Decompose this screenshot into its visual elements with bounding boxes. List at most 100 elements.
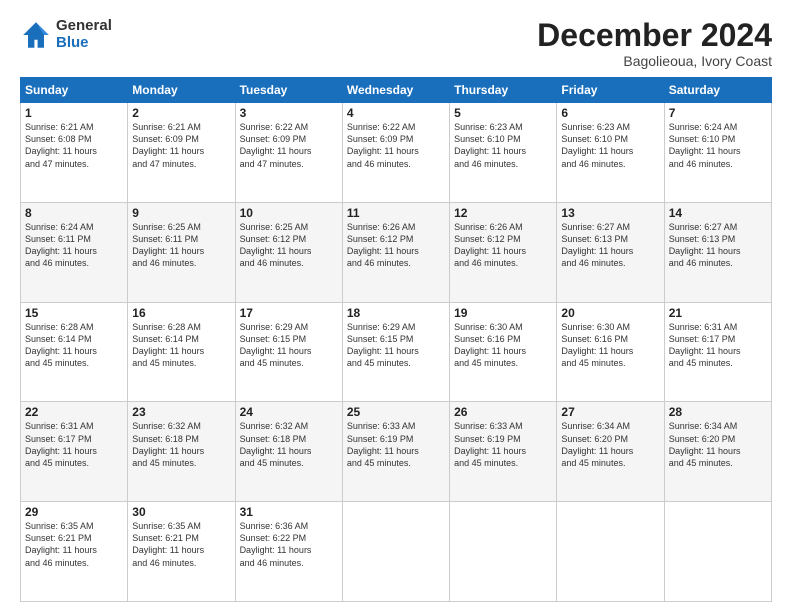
calendar-header: SundayMondayTuesdayWednesdayThursdayFrid… — [21, 78, 772, 103]
week-row-2: 8Sunrise: 6:24 AM Sunset: 6:11 PM Daylig… — [21, 202, 772, 302]
day-info: Sunrise: 6:23 AM Sunset: 6:10 PM Dayligh… — [561, 121, 659, 170]
week-row-5: 29Sunrise: 6:35 AM Sunset: 6:21 PM Dayli… — [21, 502, 772, 602]
day-info: Sunrise: 6:21 AM Sunset: 6:09 PM Dayligh… — [132, 121, 230, 170]
header-row: SundayMondayTuesdayWednesdayThursdayFrid… — [21, 78, 772, 103]
day-cell — [664, 502, 771, 602]
week-row-3: 15Sunrise: 6:28 AM Sunset: 6:14 PM Dayli… — [21, 302, 772, 402]
day-info: Sunrise: 6:34 AM Sunset: 6:20 PM Dayligh… — [669, 420, 767, 469]
day-cell: 6Sunrise: 6:23 AM Sunset: 6:10 PM Daylig… — [557, 103, 664, 203]
day-number: 6 — [561, 106, 659, 120]
day-info: Sunrise: 6:28 AM Sunset: 6:14 PM Dayligh… — [25, 321, 123, 370]
day-info: Sunrise: 6:32 AM Sunset: 6:18 PM Dayligh… — [240, 420, 338, 469]
day-number: 30 — [132, 505, 230, 519]
day-info: Sunrise: 6:35 AM Sunset: 6:21 PM Dayligh… — [25, 520, 123, 569]
logo-blue: Blue — [56, 35, 112, 52]
day-number: 8 — [25, 206, 123, 220]
day-cell: 4Sunrise: 6:22 AM Sunset: 6:09 PM Daylig… — [342, 103, 449, 203]
logo: General Blue — [20, 18, 112, 51]
day-number: 13 — [561, 206, 659, 220]
day-cell: 3Sunrise: 6:22 AM Sunset: 6:09 PM Daylig… — [235, 103, 342, 203]
logo-general: General — [56, 18, 112, 35]
day-number: 28 — [669, 405, 767, 419]
day-cell: 21Sunrise: 6:31 AM Sunset: 6:17 PM Dayli… — [664, 302, 771, 402]
day-info: Sunrise: 6:21 AM Sunset: 6:08 PM Dayligh… — [25, 121, 123, 170]
day-cell: 16Sunrise: 6:28 AM Sunset: 6:14 PM Dayli… — [128, 302, 235, 402]
day-header-tuesday: Tuesday — [235, 78, 342, 103]
day-cell: 26Sunrise: 6:33 AM Sunset: 6:19 PM Dayli… — [450, 402, 557, 502]
logo-text: General Blue — [56, 18, 112, 51]
day-cell: 31Sunrise: 6:36 AM Sunset: 6:22 PM Dayli… — [235, 502, 342, 602]
day-number: 5 — [454, 106, 552, 120]
day-cell: 25Sunrise: 6:33 AM Sunset: 6:19 PM Dayli… — [342, 402, 449, 502]
day-number: 19 — [454, 306, 552, 320]
day-info: Sunrise: 6:22 AM Sunset: 6:09 PM Dayligh… — [240, 121, 338, 170]
day-number: 3 — [240, 106, 338, 120]
day-header-monday: Monday — [128, 78, 235, 103]
day-cell: 23Sunrise: 6:32 AM Sunset: 6:18 PM Dayli… — [128, 402, 235, 502]
header: General Blue December 2024 Bagolieoua, I… — [20, 18, 772, 69]
day-cell: 24Sunrise: 6:32 AM Sunset: 6:18 PM Dayli… — [235, 402, 342, 502]
day-cell: 19Sunrise: 6:30 AM Sunset: 6:16 PM Dayli… — [450, 302, 557, 402]
day-info: Sunrise: 6:30 AM Sunset: 6:16 PM Dayligh… — [454, 321, 552, 370]
day-info: Sunrise: 6:29 AM Sunset: 6:15 PM Dayligh… — [347, 321, 445, 370]
day-cell: 18Sunrise: 6:29 AM Sunset: 6:15 PM Dayli… — [342, 302, 449, 402]
day-cell: 27Sunrise: 6:34 AM Sunset: 6:20 PM Dayli… — [557, 402, 664, 502]
day-number: 2 — [132, 106, 230, 120]
day-cell: 17Sunrise: 6:29 AM Sunset: 6:15 PM Dayli… — [235, 302, 342, 402]
day-info: Sunrise: 6:22 AM Sunset: 6:09 PM Dayligh… — [347, 121, 445, 170]
day-cell: 2Sunrise: 6:21 AM Sunset: 6:09 PM Daylig… — [128, 103, 235, 203]
day-number: 21 — [669, 306, 767, 320]
day-cell — [557, 502, 664, 602]
calendar-table: SundayMondayTuesdayWednesdayThursdayFrid… — [20, 77, 772, 602]
day-number: 22 — [25, 405, 123, 419]
day-info: Sunrise: 6:35 AM Sunset: 6:21 PM Dayligh… — [132, 520, 230, 569]
day-info: Sunrise: 6:23 AM Sunset: 6:10 PM Dayligh… — [454, 121, 552, 170]
day-info: Sunrise: 6:30 AM Sunset: 6:16 PM Dayligh… — [561, 321, 659, 370]
day-cell: 8Sunrise: 6:24 AM Sunset: 6:11 PM Daylig… — [21, 202, 128, 302]
day-info: Sunrise: 6:28 AM Sunset: 6:14 PM Dayligh… — [132, 321, 230, 370]
calendar-body: 1Sunrise: 6:21 AM Sunset: 6:08 PM Daylig… — [21, 103, 772, 602]
day-cell: 13Sunrise: 6:27 AM Sunset: 6:13 PM Dayli… — [557, 202, 664, 302]
day-cell: 20Sunrise: 6:30 AM Sunset: 6:16 PM Dayli… — [557, 302, 664, 402]
day-number: 15 — [25, 306, 123, 320]
day-cell: 7Sunrise: 6:24 AM Sunset: 6:10 PM Daylig… — [664, 103, 771, 203]
day-header-friday: Friday — [557, 78, 664, 103]
day-cell — [342, 502, 449, 602]
day-number: 20 — [561, 306, 659, 320]
day-number: 7 — [669, 106, 767, 120]
day-number: 10 — [240, 206, 338, 220]
day-cell: 30Sunrise: 6:35 AM Sunset: 6:21 PM Dayli… — [128, 502, 235, 602]
day-number: 25 — [347, 405, 445, 419]
day-number: 17 — [240, 306, 338, 320]
day-number: 23 — [132, 405, 230, 419]
day-info: Sunrise: 6:24 AM Sunset: 6:11 PM Dayligh… — [25, 221, 123, 270]
day-cell — [450, 502, 557, 602]
day-number: 11 — [347, 206, 445, 220]
day-cell: 9Sunrise: 6:25 AM Sunset: 6:11 PM Daylig… — [128, 202, 235, 302]
day-info: Sunrise: 6:25 AM Sunset: 6:11 PM Dayligh… — [132, 221, 230, 270]
day-header-wednesday: Wednesday — [342, 78, 449, 103]
day-cell: 22Sunrise: 6:31 AM Sunset: 6:17 PM Dayli… — [21, 402, 128, 502]
location-subtitle: Bagolieoua, Ivory Coast — [537, 53, 772, 69]
day-info: Sunrise: 6:34 AM Sunset: 6:20 PM Dayligh… — [561, 420, 659, 469]
day-number: 14 — [669, 206, 767, 220]
logo-icon — [20, 19, 52, 51]
day-cell: 29Sunrise: 6:35 AM Sunset: 6:21 PM Dayli… — [21, 502, 128, 602]
day-number: 26 — [454, 405, 552, 419]
day-info: Sunrise: 6:31 AM Sunset: 6:17 PM Dayligh… — [669, 321, 767, 370]
day-info: Sunrise: 6:31 AM Sunset: 6:17 PM Dayligh… — [25, 420, 123, 469]
day-info: Sunrise: 6:33 AM Sunset: 6:19 PM Dayligh… — [347, 420, 445, 469]
day-number: 9 — [132, 206, 230, 220]
day-info: Sunrise: 6:32 AM Sunset: 6:18 PM Dayligh… — [132, 420, 230, 469]
day-info: Sunrise: 6:26 AM Sunset: 6:12 PM Dayligh… — [454, 221, 552, 270]
day-header-sunday: Sunday — [21, 78, 128, 103]
day-header-thursday: Thursday — [450, 78, 557, 103]
day-info: Sunrise: 6:25 AM Sunset: 6:12 PM Dayligh… — [240, 221, 338, 270]
day-number: 27 — [561, 405, 659, 419]
day-number: 29 — [25, 505, 123, 519]
day-number: 12 — [454, 206, 552, 220]
day-info: Sunrise: 6:27 AM Sunset: 6:13 PM Dayligh… — [561, 221, 659, 270]
day-info: Sunrise: 6:26 AM Sunset: 6:12 PM Dayligh… — [347, 221, 445, 270]
day-info: Sunrise: 6:36 AM Sunset: 6:22 PM Dayligh… — [240, 520, 338, 569]
page: General Blue December 2024 Bagolieoua, I… — [0, 0, 792, 612]
